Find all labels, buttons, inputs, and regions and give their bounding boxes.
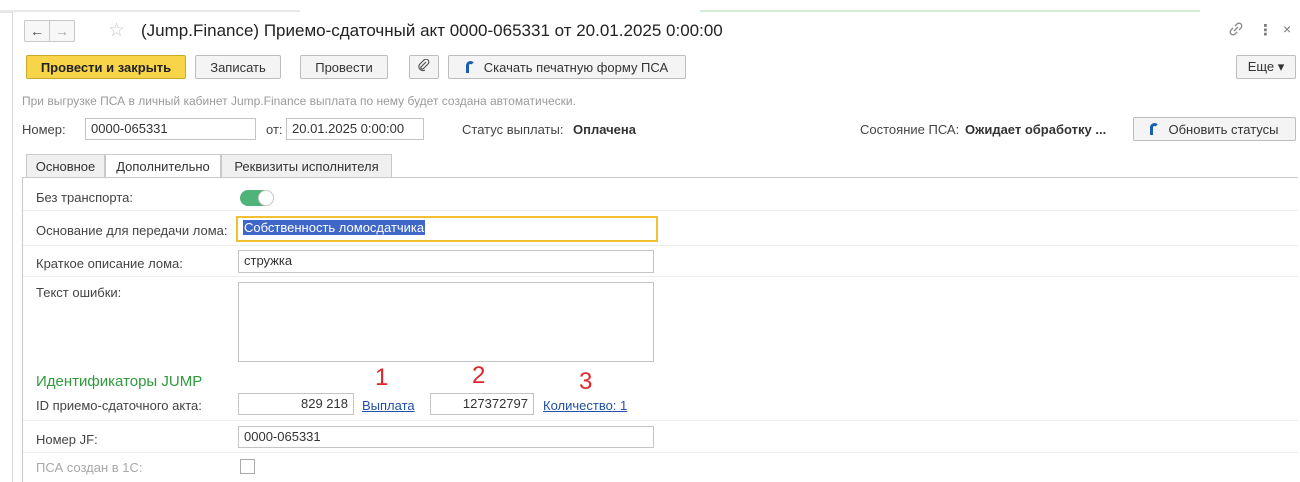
number-field[interactable]: 0000-065331 bbox=[85, 118, 256, 140]
tab-performer-details-label: Реквизиты исполнителя bbox=[234, 158, 379, 174]
back-button[interactable]: ← bbox=[24, 20, 50, 42]
link-icon[interactable] bbox=[1228, 21, 1244, 41]
act-id-label: ID приемо-сдаточного акта: bbox=[36, 398, 202, 413]
number-label: Номер: bbox=[22, 122, 66, 137]
row-divider bbox=[23, 420, 1298, 421]
payment-status-label: Статус выплаты: bbox=[462, 122, 564, 137]
download-print-form-label: Скачать печатную форму ПСА bbox=[483, 59, 669, 75]
jump-logo-icon bbox=[1150, 123, 1160, 135]
more-vertical-icon[interactable]: ⋮ bbox=[1258, 21, 1273, 39]
forward-button[interactable]: → bbox=[49, 20, 75, 42]
refresh-statuses-button[interactable]: Обновить статусы bbox=[1133, 117, 1296, 141]
tab-performer-details[interactable]: Реквизиты исполнителя bbox=[221, 154, 392, 178]
row-divider bbox=[23, 276, 1298, 277]
favorite-star-icon[interactable]: ☆ bbox=[108, 21, 125, 40]
description-label: Краткое описание лома: bbox=[36, 256, 183, 271]
close-icon[interactable]: × bbox=[1283, 21, 1291, 37]
refresh-statuses-label: Обновить статусы bbox=[1168, 121, 1279, 137]
back-arrow-icon: ← bbox=[30, 23, 44, 39]
jf-number-field[interactable]: 0000-065331 bbox=[238, 426, 654, 448]
error-text-label: Текст ошибки: bbox=[36, 285, 122, 300]
jump-logo-icon bbox=[465, 61, 476, 73]
download-print-form-button[interactable]: Скачать печатную форму ПСА bbox=[448, 55, 686, 79]
post-and-close-label: Провести и закрыть bbox=[40, 59, 172, 75]
row-divider bbox=[23, 452, 1298, 453]
psa-state-label: Состояние ПСА: bbox=[860, 122, 960, 137]
payment-status-value: Оплачена bbox=[573, 122, 636, 137]
save-label: Записать bbox=[210, 59, 266, 75]
quantity-link[interactable]: Количество: 1 bbox=[543, 398, 627, 413]
no-transport-toggle[interactable] bbox=[240, 190, 274, 206]
annotation-1: 1 bbox=[375, 364, 389, 391]
row-divider bbox=[23, 245, 1298, 246]
row-divider bbox=[23, 210, 1298, 211]
post-label: Провести bbox=[315, 59, 373, 75]
paperclip-icon bbox=[417, 58, 431, 76]
error-text-area[interactable] bbox=[238, 282, 654, 362]
description-field[interactable]: стружка bbox=[238, 250, 654, 273]
attach-button[interactable] bbox=[409, 55, 439, 79]
save-button[interactable]: Записать bbox=[195, 55, 281, 79]
payment-id-field[interactable]: 127372797 bbox=[430, 393, 534, 415]
toggle-knob bbox=[258, 190, 274, 206]
no-transport-label: Без транспорта: bbox=[36, 190, 134, 205]
created-in-1c-label: ПСА создан в 1С: bbox=[36, 460, 143, 475]
annotation-3: 3 bbox=[579, 368, 593, 395]
more-button[interactable]: Еще ▾ bbox=[1236, 55, 1296, 79]
basis-selected-text: Собственность ломосдатчика bbox=[243, 220, 426, 235]
basis-field[interactable]: Собственность ломосдатчика bbox=[236, 216, 658, 242]
tab-additional[interactable]: Дополнительно bbox=[105, 154, 221, 179]
info-message: При выгрузке ПСА в личный кабинет Jump.F… bbox=[22, 94, 576, 108]
window-title: (Jump.Finance) Приемо-сдаточный акт 0000… bbox=[141, 21, 723, 40]
post-and-close-button[interactable]: Провести и закрыть bbox=[26, 55, 186, 79]
jf-number-label: Номер JF: bbox=[36, 432, 98, 447]
created-in-1c-checkbox[interactable] bbox=[240, 459, 255, 474]
forward-arrow-icon: → bbox=[55, 23, 69, 39]
tab-main-label: Основное bbox=[35, 158, 96, 174]
basis-label: Основание для передачи лома: bbox=[36, 223, 228, 238]
psa-state-value: Ожидает обработку ... bbox=[965, 122, 1107, 137]
date-label: от: bbox=[266, 122, 283, 137]
annotation-2: 2 bbox=[472, 362, 486, 389]
act-id-field[interactable]: 829 218 bbox=[238, 393, 354, 415]
post-button[interactable]: Провести bbox=[300, 55, 388, 79]
section-title-jump-ids: Идентификаторы JUMP bbox=[36, 373, 203, 390]
tab-main[interactable]: Основное bbox=[26, 154, 105, 178]
payment-link[interactable]: Выплата bbox=[362, 398, 415, 413]
tab-additional-label: Дополнительно bbox=[116, 159, 210, 174]
more-label: Еще ▾ bbox=[1247, 59, 1285, 74]
date-field[interactable]: 20.01.2025 0:00:00 bbox=[286, 118, 424, 140]
